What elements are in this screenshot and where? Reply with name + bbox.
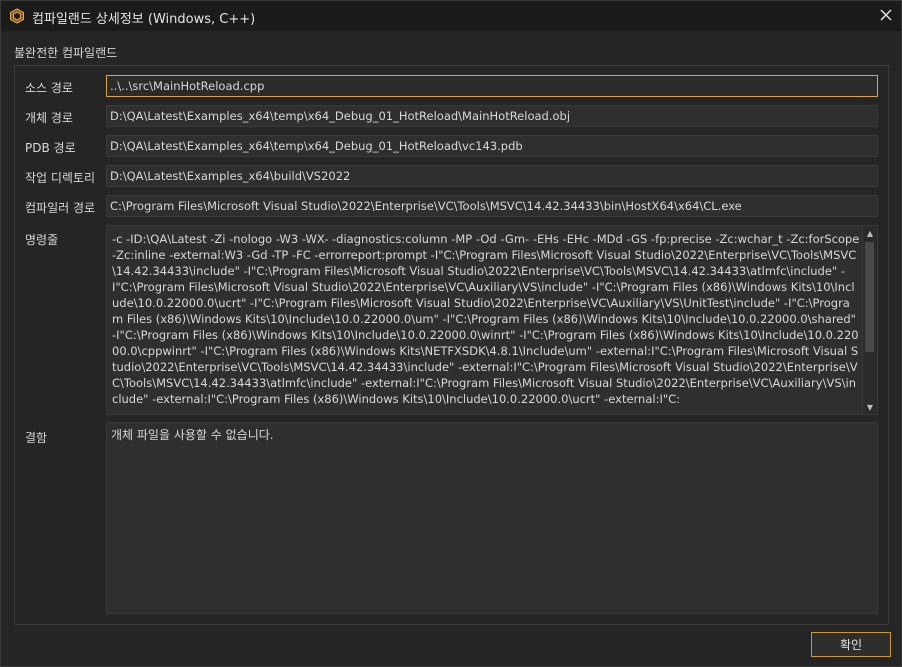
compiland-icon — [9, 8, 25, 24]
working-dir-field[interactable]: D:\QA\Latest\Examples_x64\build\VS2022 — [106, 165, 878, 187]
command-line-label: 명령줄 — [25, 233, 59, 247]
title-bar[interactable]: 컴파일랜드 상세정보 (Windows, C++) — [1, 1, 901, 31]
object-path-field[interactable]: D:\QA\Latest\Examples_x64\temp\x64_Debug… — [106, 105, 878, 127]
close-icon — [880, 8, 892, 24]
compiler-path-label: 컴파일러 경로 — [25, 201, 96, 215]
scroll-up-icon[interactable]: ▲ — [863, 226, 877, 240]
working-dir-label: 작업 디렉토리 — [25, 171, 96, 185]
command-line-field[interactable]: -c -ID:\QA\Latest -Zi -nologo -W3 -WX- -… — [106, 225, 878, 415]
compiland-details-dialog: 컴파일랜드 상세정보 (Windows, C++) 불완전한 컴파일랜드 소스 … — [0, 0, 902, 667]
object-path-label: 개체 경로 — [25, 111, 73, 125]
result-label: 결함 — [25, 431, 48, 445]
ok-button[interactable]: 확인 — [811, 632, 891, 657]
compiler-path-field[interactable]: C:\Program Files\Microsoft Visual Studio… — [106, 195, 878, 217]
window-title: 컴파일랜드 상세정보 (Windows, C++) — [32, 12, 256, 27]
close-button[interactable] — [871, 1, 901, 31]
pdb-path-label: PDB 경로 — [25, 141, 76, 155]
scroll-thumb[interactable] — [865, 242, 874, 352]
source-path-field[interactable]: ..\..\src\MainHotReload.cpp — [106, 75, 878, 97]
pdb-path-field[interactable]: D:\QA\Latest\Examples_x64\temp\x64_Debug… — [106, 135, 878, 157]
command-line-scrollbar[interactable]: ▲ ▼ — [862, 226, 877, 414]
result-field[interactable]: 개체 파일을 사용할 수 없습니다. — [106, 422, 878, 614]
command-line-text: -c -ID:\QA\Latest -Zi -nologo -W3 -WX- -… — [112, 232, 860, 406]
group-title: 불완전한 컴파일랜드 — [14, 46, 118, 60]
scroll-down-icon[interactable]: ▼ — [863, 400, 877, 414]
source-path-label: 소스 경로 — [25, 81, 73, 95]
